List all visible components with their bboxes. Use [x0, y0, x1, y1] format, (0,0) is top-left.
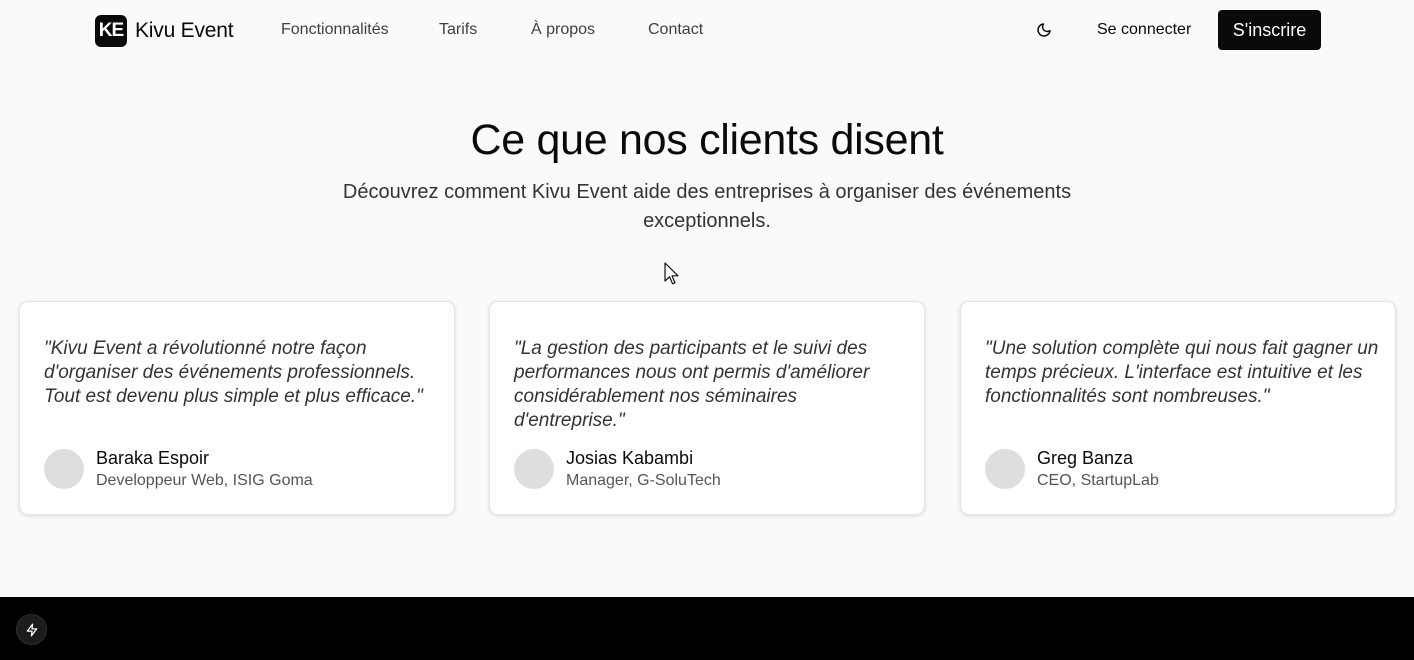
nav-item-contact[interactable]: Contact — [648, 21, 703, 39]
testimonial-quote: "La gestion des participants et le suivi… — [514, 338, 870, 431]
brand-logo-link[interactable]: KE Kivu Event — [95, 15, 234, 47]
theme-toggle-button[interactable] — [1030, 16, 1058, 44]
logo-badge: KE — [95, 15, 127, 47]
avatar — [514, 449, 554, 489]
quick-action-button[interactable] — [16, 614, 47, 645]
avatar — [44, 449, 84, 489]
testimonial-card: "Kivu Event a révolutionné notre façon d… — [19, 301, 455, 515]
lightning-icon — [26, 623, 37, 636]
author-role: CEO, StartupLab — [1037, 472, 1159, 489]
testimonial-card: "La gestion des participants et le suivi… — [489, 301, 925, 515]
signup-button[interactable]: S'inscrire — [1218, 10, 1321, 50]
section-title: Ce que nos clients disent — [470, 116, 944, 164]
nav-item-tarifs[interactable]: Tarifs — [439, 21, 477, 39]
author-name: Greg Banza — [1037, 448, 1134, 468]
testimonial-quote: "Une solution complète qui nous fait gag… — [985, 338, 1379, 407]
login-link[interactable]: Se connecter — [1097, 21, 1191, 39]
site-header: KE Kivu Event Fonctionnalités Tarifs À p… — [0, 0, 1414, 62]
author-name: Josias Kabambi — [566, 448, 694, 468]
avatar — [985, 449, 1025, 489]
nav-item-a-propos[interactable]: À propos — [531, 21, 595, 39]
brand-name: Kivu Event — [135, 19, 234, 42]
author-role: Manager, G-SoluTech — [566, 472, 721, 489]
moon-icon — [1037, 23, 1051, 37]
testimonial-card: "Une solution complète qui nous fait gag… — [960, 301, 1396, 515]
section-subtitle: Découvrez comment Kivu Event aide des en… — [342, 181, 1072, 232]
author-role: Developpeur Web, ISIG Goma — [96, 472, 313, 489]
testimonial-quote: "Kivu Event a révolutionné notre façon d… — [44, 338, 423, 407]
footer-bar — [0, 597, 1414, 660]
mouse-cursor-icon — [664, 262, 679, 285]
nav-item-fonctionnalites[interactable]: Fonctionnalités — [281, 21, 389, 39]
author-name: Baraka Espoir — [96, 448, 210, 468]
